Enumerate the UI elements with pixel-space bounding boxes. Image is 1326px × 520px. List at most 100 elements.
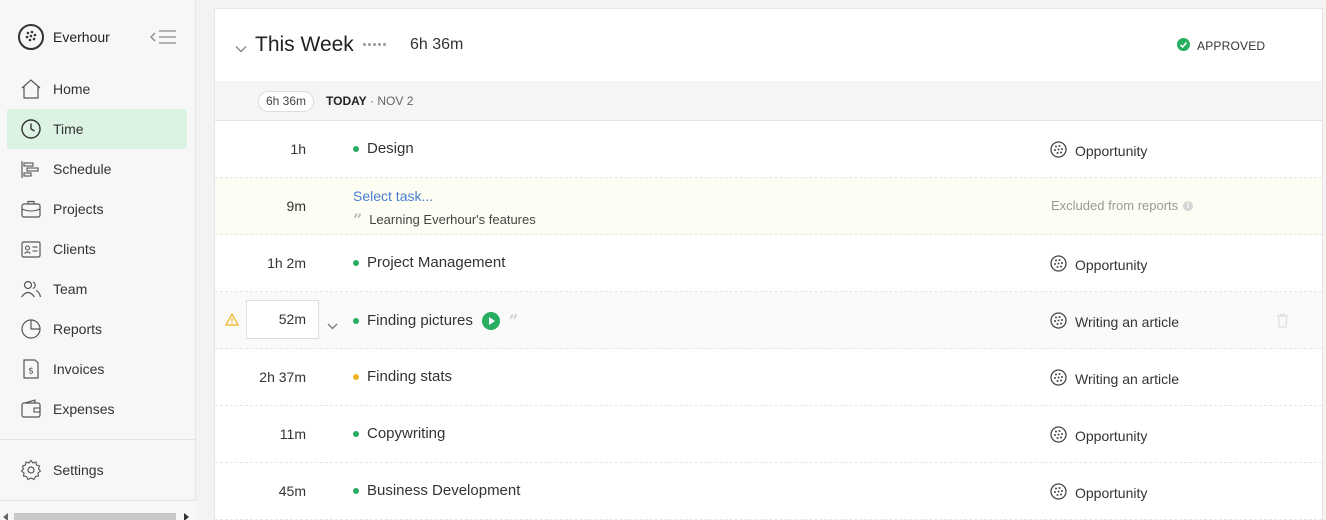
project-icon — [1050, 312, 1067, 332]
info-icon[interactable]: i — [1183, 200, 1194, 211]
nav-item-invoices[interactable]: $ Invoices — [7, 349, 187, 389]
scroll-right-icon[interactable] — [184, 513, 189, 520]
nav-item-time[interactable]: Time — [7, 109, 187, 149]
entry-project[interactable]: Opportunity — [1050, 483, 1147, 503]
main-nav: Home Time Schedule Projects Clients Team… — [7, 69, 187, 429]
week-options-icon[interactable] — [363, 43, 386, 46]
duration-input[interactable]: 52m — [246, 300, 319, 339]
nav-item-clients[interactable]: Clients — [7, 229, 187, 269]
entry-duration[interactable]: 45m — [279, 483, 306, 499]
nav-item-schedule[interactable]: Schedule — [7, 149, 187, 189]
add-note-icon[interactable]: ” — [509, 311, 518, 330]
invoice-icon: $ — [20, 358, 42, 380]
brand[interactable]: Everhour — [18, 24, 110, 50]
nav-item-team[interactable]: Team — [7, 269, 187, 309]
nav-item-label: Invoices — [53, 361, 105, 377]
entry-project[interactable]: Writing an article — [1050, 312, 1179, 332]
entry-duration[interactable]: 11m — [280, 426, 306, 442]
time-entry-row[interactable]: 11m Copywriting Opportunity — [215, 406, 1322, 463]
nav-item-label: Schedule — [53, 161, 112, 177]
select-task-link[interactable]: Select task... — [353, 188, 433, 204]
schedule-icon — [20, 158, 42, 180]
note-text: Learning Everhour's features — [369, 212, 536, 227]
nav-item-home[interactable]: Home — [7, 69, 187, 109]
entry-project[interactable]: Opportunity — [1050, 255, 1147, 275]
day-today: TODAY — [326, 94, 367, 108]
nav-item-settings[interactable]: Settings — [7, 450, 187, 490]
scroll-left-icon[interactable] — [3, 513, 8, 520]
time-entry-row[interactable]: 1h Design Opportunity — [215, 121, 1322, 178]
task-name[interactable]: Business Development — [367, 482, 520, 499]
entry-task[interactable]: Project Management — [353, 254, 505, 271]
brand-name: Everhour — [53, 29, 110, 45]
day-label: TODAY · NOV 2 — [326, 94, 413, 108]
project-icon — [1050, 369, 1067, 389]
pie-chart-icon — [20, 318, 42, 340]
warning-icon[interactable] — [224, 312, 240, 329]
trash-icon[interactable] — [1276, 313, 1289, 331]
excluded-from-reports: Excluded from reports i — [1051, 198, 1194, 213]
entry-project[interactable]: Writing an article — [1050, 369, 1179, 389]
task-name[interactable]: Design — [367, 140, 414, 157]
time-entry-row[interactable]: 1h 2m Project Management Opportunity — [215, 235, 1322, 292]
quote-icon: ” — [353, 210, 363, 229]
project-icon — [1050, 426, 1067, 446]
entry-task[interactable]: Business Development — [353, 482, 520, 499]
svg-text:$: $ — [28, 367, 34, 377]
entry-duration[interactable]: 2h 37m — [259, 369, 306, 385]
check-circle-icon — [1177, 38, 1190, 54]
nav-item-label: Settings — [53, 462, 104, 478]
entry-project[interactable]: Opportunity — [1050, 426, 1147, 446]
entry-project[interactable]: Opportunity — [1050, 141, 1147, 161]
project-icon — [1050, 483, 1067, 503]
project-name: Writing an article — [1075, 371, 1180, 387]
status-dot — [353, 317, 359, 324]
project-name: Opportunity — [1075, 428, 1148, 444]
time-entry-row[interactable]: 52m Finding pictures ” Writing an articl… — [215, 292, 1322, 349]
week-title: This Week — [255, 33, 354, 56]
entry-task[interactable]: Finding pictures ” — [353, 311, 518, 330]
task-name[interactable]: Project Management — [367, 254, 505, 271]
entry-duration[interactable]: 1h — [290, 141, 306, 157]
status-dot — [353, 259, 359, 266]
status-dot — [353, 487, 359, 494]
wallet-icon — [20, 398, 42, 420]
chevron-down-icon[interactable] — [235, 40, 247, 56]
nav-item-expenses[interactable]: Expenses — [7, 389, 187, 429]
entry-note: ” Learning Everhour's features — [353, 210, 536, 229]
scrollbar-thumb[interactable] — [14, 513, 176, 520]
project-icon — [1050, 255, 1067, 275]
timesheet-panel: This Week 6h 36m APPROVED 6h 36m TODAY ·… — [214, 8, 1323, 520]
status-dot — [353, 145, 359, 152]
start-timer-button[interactable] — [481, 311, 500, 330]
nav-item-projects[interactable]: Projects — [7, 189, 187, 229]
clock-icon — [20, 118, 42, 140]
entry-task[interactable]: Finding stats — [353, 368, 452, 385]
task-name[interactable]: Finding pictures — [367, 312, 473, 329]
project-name: Writing an article — [1075, 314, 1180, 330]
week-header: This Week 6h 36m APPROVED — [215, 9, 1322, 81]
team-icon — [20, 278, 42, 300]
home-icon — [20, 78, 42, 100]
task-name[interactable]: Finding stats — [367, 368, 452, 385]
project-name: Opportunity — [1075, 143, 1148, 159]
briefcase-icon — [20, 198, 42, 220]
nav-item-reports[interactable]: Reports — [7, 309, 187, 349]
collapse-sidebar-icon[interactable] — [150, 28, 178, 46]
task-name[interactable]: Copywriting — [367, 425, 445, 442]
entry-duration[interactable]: 9m — [287, 198, 306, 214]
nav-item-label: Reports — [53, 321, 103, 337]
everhour-logo-icon — [18, 24, 44, 50]
project-name: Opportunity — [1075, 485, 1148, 501]
entry-task[interactable]: Copywriting — [353, 425, 445, 442]
time-entry-row[interactable]: 9m Select task... ” Learning Everhour's … — [215, 178, 1322, 235]
time-entry-row[interactable]: 2h 37m Finding stats Writing an article — [215, 349, 1322, 406]
status-dot — [353, 430, 359, 437]
entry-duration[interactable]: 1h 2m — [267, 255, 306, 271]
nav-divider — [0, 439, 196, 440]
chevron-down-icon[interactable] — [327, 317, 338, 333]
nav-item-label: Home — [53, 81, 91, 97]
entry-task[interactable]: Design — [353, 140, 414, 157]
time-entry-row[interactable]: 45m Business Development Opportunity — [215, 463, 1322, 520]
sidebar-horizontal-scrollbar[interactable] — [0, 500, 196, 520]
